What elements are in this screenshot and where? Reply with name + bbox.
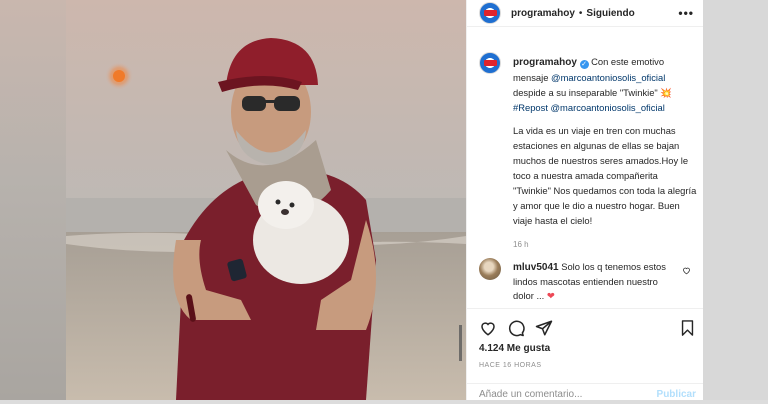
likes-count[interactable]: 4.124 Me gusta bbox=[479, 343, 550, 354]
backdrop-right bbox=[703, 0, 768, 400]
paper-plane-icon[interactable] bbox=[535, 319, 553, 337]
post-time-ago[interactable]: HACE 16 HORAS bbox=[479, 362, 542, 369]
verified-badge-icon: ✓ bbox=[579, 60, 589, 69]
photo-scroll-marker bbox=[459, 325, 462, 361]
beach-photo-illustration bbox=[66, 0, 466, 400]
following-button[interactable]: Siguiendo bbox=[586, 8, 634, 19]
caption-body: La vida es un viaje en tren con muchas e… bbox=[513, 125, 697, 226]
comment-text: mluv5041 Solo los q tenemos estos lindos… bbox=[513, 260, 673, 303]
bookmark-icon[interactable] bbox=[679, 319, 696, 337]
caption-text: programahoy ✓ Con este emotivo mensaje @… bbox=[513, 54, 697, 252]
post-side-panel: programahoy • Siguiendo ••• programahoy … bbox=[466, 0, 704, 400]
avatar-logo-mark bbox=[483, 60, 497, 66]
post-username-link[interactable]: programahoy bbox=[511, 8, 575, 19]
comment-composer: Publicar bbox=[467, 383, 704, 404]
header-separator: • bbox=[578, 7, 583, 19]
caption-avatar-icon[interactable] bbox=[479, 52, 501, 74]
heart-icon[interactable] bbox=[479, 319, 497, 337]
post-header: programahoy • Siguiendo ••• bbox=[467, 0, 704, 27]
comment-emoji: ❤ bbox=[546, 290, 555, 301]
caption-mention-link[interactable]: @marcoantoniosolis_oficial bbox=[551, 72, 665, 83]
post-photo[interactable] bbox=[66, 0, 466, 400]
caption-timestamp[interactable]: 16 h bbox=[513, 237, 697, 252]
repost-hashtag-link[interactable]: #Repost bbox=[513, 102, 548, 113]
caption-username-link[interactable]: programahoy bbox=[513, 57, 577, 68]
programahoy-logo-icon[interactable] bbox=[479, 2, 501, 24]
caption-mid: despide a su inseparable "Twinkie" bbox=[513, 87, 658, 98]
small-heart-icon[interactable] bbox=[682, 266, 691, 275]
add-comment-input[interactable] bbox=[479, 389, 629, 400]
more-options-icon[interactable]: ••• bbox=[678, 6, 694, 20]
commenter-username-link[interactable]: mluv5041 bbox=[513, 262, 559, 273]
caption-mention2-link[interactable]: @marcoantoniosolis_oficial bbox=[551, 102, 665, 113]
comment-bubble-icon[interactable] bbox=[507, 319, 525, 337]
avatar-logo-mark bbox=[483, 10, 497, 16]
caption-emoji: 💥 bbox=[660, 87, 673, 98]
publish-button[interactable]: Publicar bbox=[657, 389, 696, 400]
post-actions: 4.124 Me gusta HACE 16 HORAS Publicar bbox=[467, 308, 704, 401]
backdrop-left bbox=[0, 0, 66, 400]
commenter-avatar[interactable] bbox=[479, 258, 501, 280]
